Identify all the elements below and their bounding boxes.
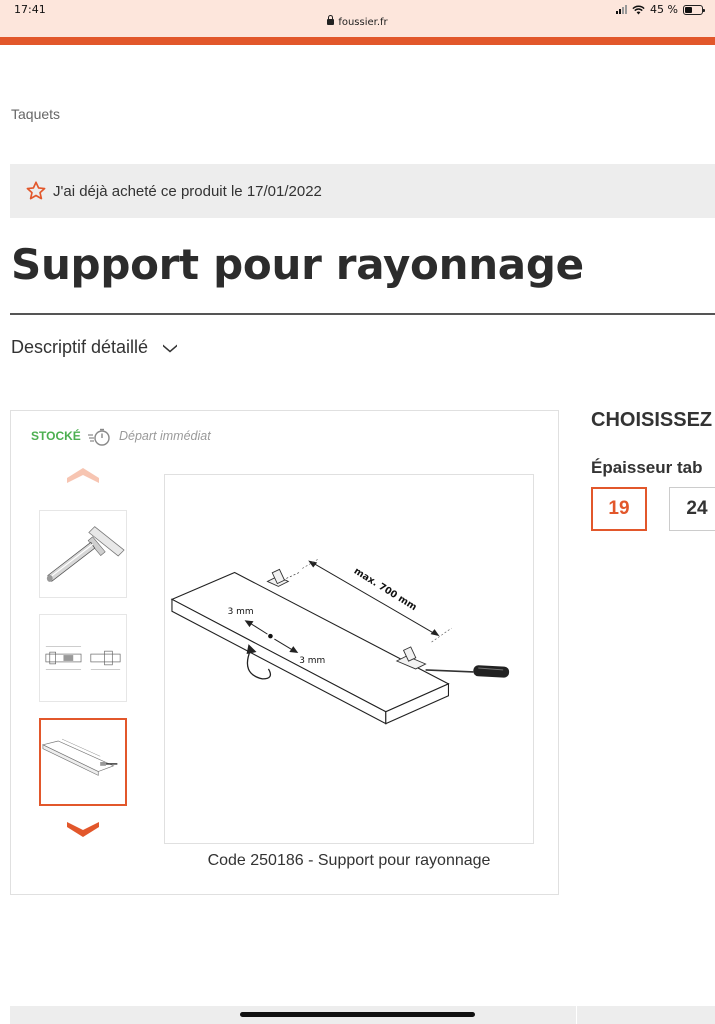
product-gallery: STOCKÉ Départ immédiat max. 700 mm 3 mm … xyxy=(10,410,559,895)
detailed-description-toggle[interactable]: Descriptif détaillé xyxy=(11,337,178,358)
product-title: Support pour rayonnage xyxy=(11,240,584,289)
gallery-thumbnail-1[interactable] xyxy=(39,510,127,598)
max-length-label: max. 700 mm xyxy=(352,566,419,613)
technical-drawing-image xyxy=(45,646,121,670)
chevron-down-icon xyxy=(163,344,178,352)
purchase-notice-text: J'ai déjà acheté ce produit le 17/01/202… xyxy=(53,182,322,200)
gallery-thumbnail-3[interactable] xyxy=(39,718,127,806)
wifi-icon xyxy=(632,5,645,14)
main-product-image[interactable]: max. 700 mm 3 mm 3 mm xyxy=(164,474,534,844)
status-time: 17:41 xyxy=(14,3,46,16)
thickness-option-19[interactable]: 19 xyxy=(591,487,647,531)
gallery-next-arrow-icon[interactable] xyxy=(66,821,100,839)
address-url: foussier.fr xyxy=(338,17,388,28)
shelf-pin-bracket-image xyxy=(46,526,125,582)
purchase-notice: J'ai déjà acheté ce produit le 17/01/202… xyxy=(10,164,715,218)
stock-status: STOCKÉ xyxy=(31,429,81,443)
battery-percentage: 45 % xyxy=(650,3,678,16)
battery-icon xyxy=(683,4,705,15)
address-bar[interactable]: foussier.fr xyxy=(0,15,715,28)
status-bar: 17:41 foussier.fr 45 % xyxy=(0,0,715,37)
title-divider xyxy=(10,313,715,315)
installation-diagram-image: max. 700 mm 3 mm 3 mm xyxy=(170,558,510,725)
cellular-signal-icon xyxy=(616,5,628,14)
breadcrumb-taquets[interactable]: Taquets xyxy=(11,106,60,122)
thickness-option-24[interactable]: 24 xyxy=(669,487,715,531)
detailed-description-label: Descriptif détaillé xyxy=(11,337,149,357)
gallery-prev-arrow-icon[interactable] xyxy=(66,466,100,484)
lock-icon xyxy=(327,15,335,25)
installation-diagram-thumbnail xyxy=(41,738,118,776)
image-caption: Code 250186 - Support pour rayonnage xyxy=(207,852,491,869)
status-indicators: 45 % xyxy=(616,3,705,16)
home-indicator[interactable] xyxy=(240,1012,475,1017)
brand-header-bar xyxy=(0,37,715,45)
stopwatch-icon xyxy=(88,428,110,446)
star-outline-icon xyxy=(26,181,46,200)
options-heading: CHOISISSEZ xyxy=(591,409,713,431)
thickness-label: Épaisseur tab xyxy=(591,458,703,477)
dispatch-status: Départ immédiat xyxy=(119,429,211,443)
offset-label-a: 3 mm xyxy=(228,607,254,617)
bottom-panel-divider xyxy=(576,1006,577,1024)
offset-label-b: 3 mm xyxy=(299,656,325,666)
gallery-thumbnail-2[interactable] xyxy=(39,614,127,702)
